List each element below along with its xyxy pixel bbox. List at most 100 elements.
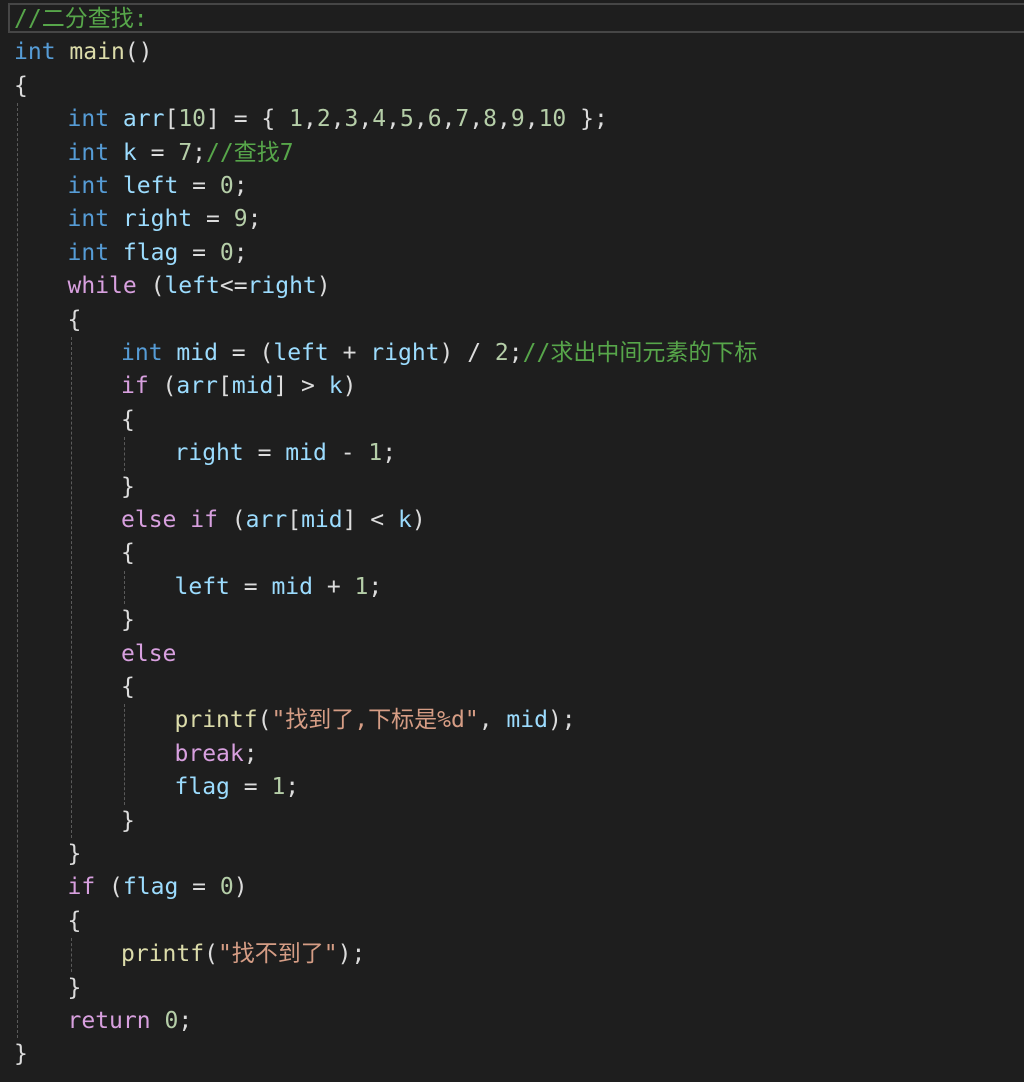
code-token: 1 <box>354 573 369 600</box>
code-line: } <box>68 838 82 871</box>
code-token: right <box>174 440 244 467</box>
code-token: k <box>122 139 137 166</box>
code-line: { <box>68 304 82 337</box>
code-token: 10 <box>538 106 567 133</box>
code-token: 9 <box>233 206 248 233</box>
current-line-highlight <box>8 3 1024 33</box>
code-token: 7 <box>455 106 470 133</box>
code-token: }; <box>566 106 608 133</box>
code-token: , <box>469 106 484 133</box>
code-token: } <box>121 807 135 834</box>
code-line: else if (arr[mid] < k) <box>121 504 426 537</box>
code-token: mid <box>301 507 343 533</box>
code-line: int right = 9; <box>68 203 262 236</box>
code-token: , <box>358 106 373 133</box>
code-token: flag <box>174 774 230 801</box>
code-token: ] < <box>342 507 398 533</box>
code-line: { <box>14 70 28 103</box>
code-token: ; <box>243 740 258 767</box>
code-line: right = mid - 1; <box>175 437 397 470</box>
code-token: printf <box>121 941 205 968</box>
code-token: right <box>122 206 193 233</box>
code-line: { <box>68 905 82 938</box>
code-token: ; <box>368 573 383 600</box>
code-line: int mid = (left + right) / 2;//求出中间元素的下标 <box>121 337 757 370</box>
code-token: main <box>69 39 125 66</box>
code-token: flag <box>122 874 179 901</box>
code-line: if (arr[mid] > k) <box>121 370 356 403</box>
code-token: , <box>413 106 428 133</box>
code-token: ) <box>411 507 426 533</box>
code-token: 3 <box>344 106 359 133</box>
code-token: "找到了,下标是%d" <box>271 707 479 734</box>
code-token: { <box>67 306 82 333</box>
code-token: ( <box>257 707 272 734</box>
code-token: 1 <box>368 440 383 467</box>
code-token: + <box>328 340 371 366</box>
code-token: left <box>273 340 329 366</box>
code-token: if <box>67 874 96 901</box>
code-token: arr <box>122 106 165 133</box>
code-token: int <box>67 139 110 166</box>
code-token: else <box>121 640 177 667</box>
code-token: int <box>121 340 163 366</box>
code-line: printf("找到了,下标是%d", mid); <box>175 704 576 737</box>
code-token: ; <box>247 206 262 233</box>
code-token: = <box>229 774 272 801</box>
code-line: break; <box>175 738 258 771</box>
code-token: k <box>328 373 343 400</box>
code-line: while (left<=right) <box>68 270 331 303</box>
code-token: ) <box>342 373 357 400</box>
code-token: } <box>67 841 82 867</box>
indent-guide <box>124 437 125 471</box>
code-token: //二分查找: <box>14 6 148 32</box>
code-token: ; <box>508 340 523 366</box>
code-token: 0 <box>219 874 234 901</box>
code-token: = <box>178 173 220 199</box>
code-token: ] = { <box>206 106 290 133</box>
code-token: ( <box>204 941 218 968</box>
code-token: ; <box>285 774 300 801</box>
code-line: int k = 7;//查找7 <box>68 137 294 170</box>
code-line: else <box>121 638 176 671</box>
code-token: , <box>441 106 456 133</box>
code-token: { <box>121 406 135 433</box>
code-token: while <box>67 273 137 300</box>
code-token: { <box>121 674 135 700</box>
code-line: return 0; <box>68 1005 193 1038</box>
code-editor[interactable]: //二分查找: int main(){int arr[10] = { 1,2,3,… <box>0 0 1024 1082</box>
code-line: //二分查找: <box>14 3 148 36</box>
code-token: 2 <box>494 340 509 366</box>
code-token: = <box>178 874 220 901</box>
indent-guide <box>70 337 72 838</box>
code-token: 1 <box>271 774 286 801</box>
code-token: , <box>386 106 400 133</box>
code-token: return <box>67 1008 151 1034</box>
code-token: arr <box>176 373 218 400</box>
code-token: ( <box>148 373 177 400</box>
code-token: } <box>67 974 82 1001</box>
code-token: mid <box>506 707 548 734</box>
code-token: { <box>67 907 82 934</box>
code-token: } <box>121 473 135 500</box>
code-token: left <box>122 173 179 199</box>
code-line: { <box>121 537 135 570</box>
code-token: 0 <box>219 239 234 266</box>
code-token: 5 <box>399 106 414 133</box>
code-token: 2 <box>316 106 331 133</box>
code-line: } <box>121 805 135 838</box>
code-token: 0 <box>164 1008 179 1034</box>
code-token: int <box>67 106 110 133</box>
code-line: { <box>121 404 135 437</box>
code-line: printf("找不到了"); <box>121 938 365 971</box>
code-token: 10 <box>178 106 207 133</box>
indent-guide <box>70 938 72 972</box>
code-token: arr <box>245 507 288 533</box>
code-token: ( <box>136 273 165 300</box>
code-line: } <box>68 972 82 1005</box>
code-token: } <box>121 607 135 634</box>
code-token: ) <box>233 874 248 901</box>
